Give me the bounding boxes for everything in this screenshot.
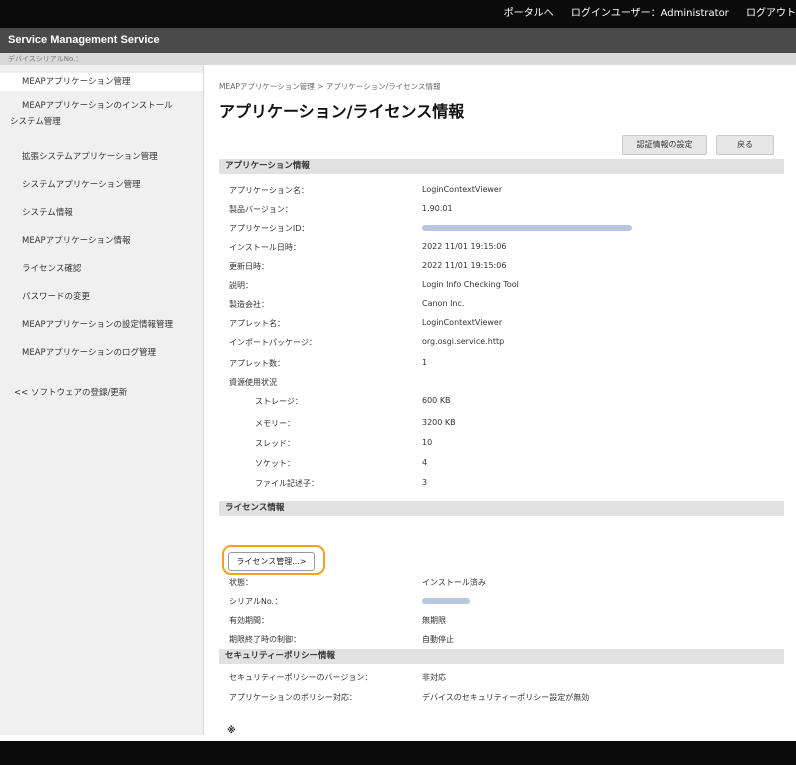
- app-info-label: アプレット数：: [229, 359, 285, 368]
- portal-link[interactable]: ポータルへ: [504, 8, 554, 19]
- software-registration-link[interactable]: << ソフトウェアの登録/更新: [0, 385, 203, 401]
- device-info-bar: デバイスシリアルNo.：: [0, 53, 796, 65]
- login-user-label: ログインユーザー：Administrator: [570, 8, 729, 19]
- app-info-label: 製造会社：: [229, 300, 269, 309]
- security-value: 非対応: [422, 673, 446, 682]
- security-section-title: セキュリティーポリシー情報: [225, 651, 335, 661]
- sidebar-header-system-management: システム管理: [0, 115, 203, 129]
- sidebar-item-label: ライセンス確認: [22, 264, 82, 274]
- app-info-value: LoginContextViewer: [422, 318, 503, 327]
- license-section-title: ライセンス情報: [225, 503, 285, 513]
- resource-label: スレッド：: [255, 439, 295, 448]
- app-info-section-header: アプリケーション情報: [219, 159, 784, 174]
- app-info-label: アプリケーションID：: [229, 224, 310, 233]
- redacted-value: [422, 224, 632, 231]
- sidebar: MEAPアプリケーション管理 MEAPアプリケーションのインストール システム管…: [0, 65, 204, 735]
- app-info-label: インストール日時：: [229, 243, 301, 252]
- bottom-bar: [0, 741, 796, 765]
- app-info-label: 説明：: [229, 281, 253, 290]
- software-registration-label: << ソフトウェアの登録/更新: [14, 388, 128, 398]
- footnote-mark: ※: [227, 726, 236, 736]
- resource-value: 3200 KB: [422, 418, 456, 427]
- resource-value: 4: [422, 458, 428, 467]
- top-bar: ポータルへ ログインユーザー：Administrator ログアウト: [0, 0, 796, 28]
- sidebar-item-meap-settings-management[interactable]: MEAPアプリケーションの設定情報管理: [0, 317, 203, 333]
- resource-value: 3: [422, 478, 428, 487]
- app-info-label: 更新日時：: [229, 262, 269, 271]
- resource-value: 10: [422, 438, 433, 447]
- app-info-value: org.osgi.service.http: [422, 337, 505, 346]
- app-info-label: インポートパッケージ：: [229, 338, 317, 347]
- auth-settings-button[interactable]: 認証情報の設定: [622, 135, 707, 155]
- sidebar-item-label: MEAPアプリケーションのインストール: [22, 101, 173, 111]
- app-info-value: 2022 11/01 19:15:06: [422, 242, 507, 251]
- app-info-value: Canon Inc.: [422, 299, 465, 308]
- breadcrumb: MEAPアプリケーション管理 > アプリケーション/ライセンス情報: [219, 82, 441, 91]
- license-value: 無期限: [422, 616, 446, 625]
- app-info-label: アプリケーション名：: [229, 186, 309, 195]
- resource-label: ソケット：: [255, 459, 295, 468]
- license-label: 期限終了時の制御：: [229, 635, 301, 644]
- sidebar-item-system-info[interactable]: システム情報: [0, 205, 203, 221]
- license-value: インストール済み: [422, 578, 486, 587]
- security-label: セキュリティーポリシーのバージョン：: [229, 673, 373, 682]
- app-info-label: アプレット名：: [229, 319, 285, 328]
- sidebar-item-label: パスワードの変更: [22, 292, 91, 302]
- sidebar-item-label: システムアプリケーション管理: [22, 180, 141, 190]
- sidebar-item-system-apps[interactable]: システムアプリケーション管理: [0, 177, 203, 193]
- app-info-section-title: アプリケーション情報: [225, 161, 310, 171]
- application-id-value: [422, 223, 632, 232]
- sidebar-item-label: MEAPアプリケーションの設定情報管理: [22, 320, 173, 330]
- service-title-bar: Service Management Service: [0, 28, 796, 53]
- sidebar-item-extended-system-apps[interactable]: 拡張システムアプリケーション管理: [0, 149, 203, 165]
- license-label: 有効期間：: [229, 616, 269, 625]
- sidebar-item-label: MEAPアプリケーション管理: [22, 77, 131, 87]
- back-button[interactable]: 戻る: [716, 135, 774, 155]
- page-title: アプリケーション/ライセンス情報: [219, 102, 465, 121]
- app-info-value: 1.90.01: [422, 204, 453, 213]
- sidebar-item-label: MEAPアプリケーションのログ管理: [22, 348, 156, 358]
- sidebar-item-meap-install[interactable]: MEAPアプリケーションのインストール: [0, 98, 203, 114]
- security-value: デバイスのセキュリティーポリシー設定が無効: [422, 693, 590, 702]
- resource-label: メモリー：: [255, 419, 295, 428]
- license-serial-value: [422, 596, 470, 605]
- app-info-value: 1: [422, 358, 428, 367]
- app-info-value: Login Info Checking Tool: [422, 280, 519, 289]
- sidebar-item-meap-app-management[interactable]: MEAPアプリケーション管理: [0, 73, 203, 91]
- sidebar-item-license-check[interactable]: ライセンス確認: [0, 261, 203, 277]
- resource-value: 600 KB: [422, 396, 451, 405]
- license-section-header: ライセンス情報: [219, 501, 784, 516]
- sidebar-header-label: システム管理: [10, 117, 61, 127]
- sidebar-item-label: システム情報: [22, 208, 73, 218]
- sidebar-item-label: MEAPアプリケーション情報: [22, 236, 131, 246]
- redacted-value: [422, 597, 470, 604]
- service-title: Service Management Service: [8, 34, 160, 46]
- sidebar-item-meap-log-management[interactable]: MEAPアプリケーションのログ管理: [0, 345, 203, 361]
- resource-label: ファイル記述子：: [255, 479, 319, 488]
- app-info-value: 2022 11/01 19:15:06: [422, 261, 507, 270]
- device-serial-label: デバイスシリアルNo.：: [8, 55, 83, 63]
- security-label: アプリケーションのポリシー対応：: [229, 693, 357, 702]
- top-bar-links: ポータルへ ログインユーザー：Administrator ログアウト: [490, 0, 796, 28]
- resource-label: ストレージ：: [255, 397, 303, 406]
- app-info-value: LoginContextViewer: [422, 185, 503, 194]
- app-info-label: 製品バージョン：: [229, 205, 293, 214]
- security-section-header: セキュリティーポリシー情報: [219, 649, 784, 664]
- resource-usage-label: 資源使用状況: [229, 378, 277, 387]
- license-label: シリアルNo.：: [229, 597, 283, 606]
- license-value: 自動停止: [422, 635, 454, 644]
- logout-link[interactable]: ログアウト: [746, 8, 796, 19]
- sidebar-item-label: 拡張システムアプリケーション管理: [22, 152, 158, 162]
- sidebar-item-meap-app-info[interactable]: MEAPアプリケーション情報: [0, 233, 203, 249]
- license-label: 状態：: [229, 578, 253, 587]
- license-management-button[interactable]: ライセンス管理...>: [228, 552, 315, 571]
- sidebar-item-password-change[interactable]: パスワードの変更: [0, 289, 203, 305]
